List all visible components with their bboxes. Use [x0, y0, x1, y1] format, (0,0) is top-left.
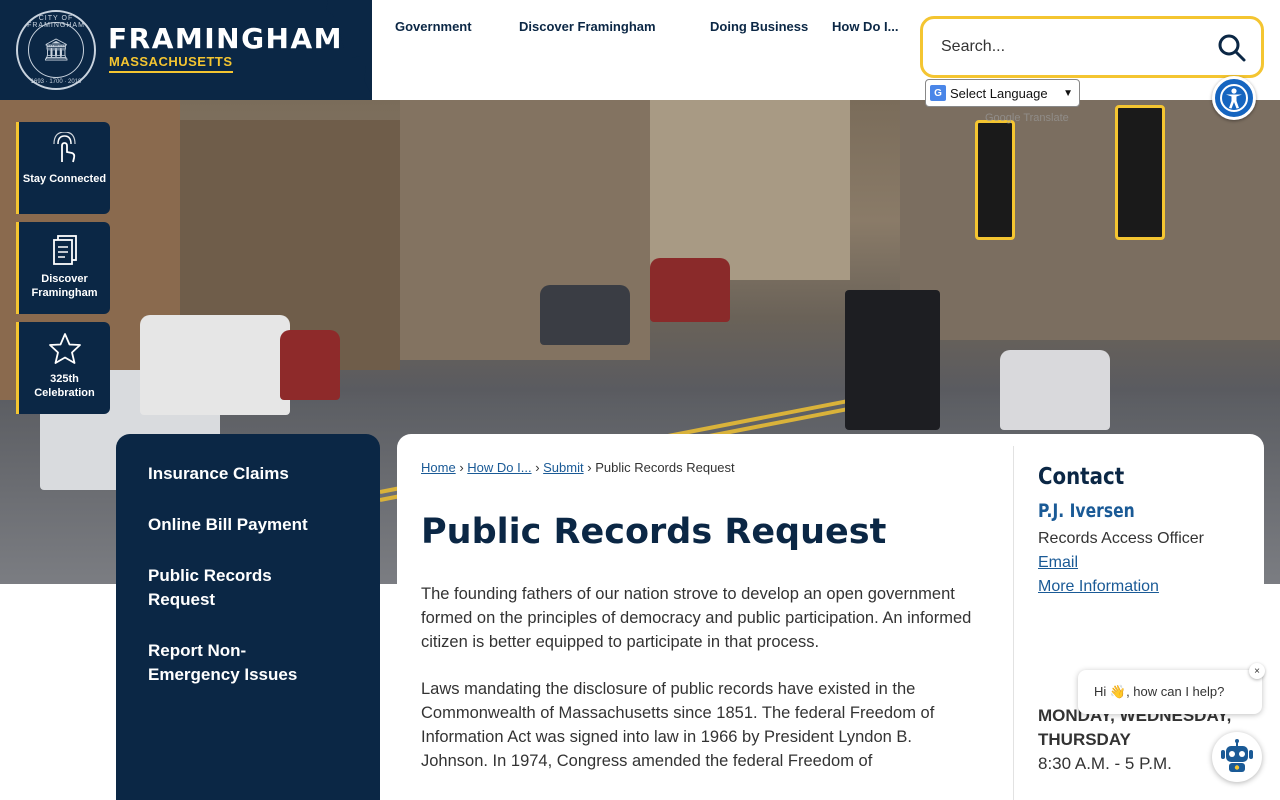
hero-building	[650, 100, 850, 280]
contact-heading: Contact	[1038, 464, 1125, 490]
nav-discover-framingham[interactable]: Discover Framingham	[519, 19, 656, 34]
breadcrumb: Home › How Do I... › Submit › Public Rec…	[421, 460, 735, 475]
article-body: The founding fathers of our nation strov…	[421, 582, 981, 796]
powered-by-translate: Google Translate	[985, 112, 1069, 124]
chatbot-icon[interactable]	[1212, 732, 1262, 782]
hero-car	[540, 285, 630, 345]
paragraph: The founding fathers of our nation strov…	[421, 585, 972, 651]
sidebar-item-online-bill-payment[interactable]: Online Bill Payment	[148, 513, 348, 537]
quicklink-label: 325th Celebration	[34, 373, 95, 399]
touch-icon	[52, 132, 76, 163]
quicklink-stay-connected[interactable]: Stay Connected	[16, 122, 110, 214]
robot-icon	[1221, 739, 1253, 772]
site-header: CITY OF FRAMINGHAM 🏛 1693 · 1700 · 2018 …	[0, 0, 1280, 100]
breadcrumb-home[interactable]: Home	[421, 460, 456, 475]
quicklink-discover-framingham[interactable]: Discover Framingham	[16, 222, 110, 314]
main-content: Home › How Do I... › Submit › Public Rec…	[397, 434, 1264, 800]
language-select-label: Select Language	[950, 85, 1048, 101]
hero-car	[280, 330, 340, 400]
sidebar-item-report-non-emergency[interactable]: Report Non-Emergency Issues	[148, 639, 328, 687]
page-title: Public Records Request	[421, 512, 887, 552]
quicklink-label: Stay Connected	[22, 173, 107, 185]
logo-block[interactable]: CITY OF FRAMINGHAM 🏛 1693 · 1700 · 2018 …	[0, 0, 372, 100]
nav-government[interactable]: Government	[395, 19, 472, 34]
contact-more-info-link[interactable]: More Information	[1038, 578, 1258, 596]
contact-role: Records Access Officer	[1038, 530, 1204, 547]
search-box	[920, 16, 1264, 78]
hero-signal-box	[845, 290, 940, 430]
breadcrumb-submit[interactable]: Submit	[543, 460, 583, 475]
breadcrumb-current: Public Records Request	[595, 460, 735, 475]
quicklink-325th-celebration[interactable]: 325th Celebration	[16, 322, 110, 414]
breadcrumb-how-do-i[interactable]: How Do I...	[467, 460, 531, 475]
hero-building	[900, 100, 1280, 340]
chat-greeting-bubble[interactable]: Hi 👋, how can I help?	[1078, 670, 1262, 714]
breadcrumb-separator: ›	[535, 460, 544, 475]
hero-car	[650, 258, 730, 322]
language-select[interactable]: G Select Language ▼	[925, 79, 1080, 107]
sidebar-item-public-records-request[interactable]: Public Records Request	[148, 564, 328, 612]
chat-greeting-text: Hi 👋, how can I help?	[1094, 684, 1225, 699]
paragraph: Laws mandating the disclosure of public …	[421, 680, 935, 770]
column-divider	[1013, 446, 1014, 800]
star-icon	[48, 333, 81, 364]
hero-traffic-light	[1115, 105, 1165, 240]
contact-panel: Contact P.J. Iversen Records Access Offi…	[1038, 464, 1258, 596]
accessibility-icon[interactable]	[1212, 76, 1256, 120]
sidebar-item-insurance-claims[interactable]: Insurance Claims	[148, 462, 348, 486]
sidebar-nav: Insurance Claims Online Bill Payment Pub…	[116, 434, 380, 800]
quicklink-label: Discover Framingham	[31, 273, 98, 299]
breadcrumb-separator: ›	[587, 460, 596, 475]
nav-doing-business[interactable]: Doing Business	[710, 19, 808, 34]
search-input[interactable]	[941, 33, 1201, 61]
document-icon	[52, 235, 77, 265]
seal-text-bottom: 1693 · 1700 · 2018	[30, 79, 82, 85]
hero-car	[1000, 350, 1110, 430]
contact-email-link[interactable]: Email	[1038, 554, 1258, 572]
hero-car	[140, 315, 290, 415]
search-icon[interactable]	[1217, 33, 1247, 63]
google-g-icon: G	[930, 85, 946, 101]
contact-name: P.J. Iversen	[1038, 500, 1135, 522]
accessibility-figure-icon	[1220, 84, 1248, 112]
state-name: MASSACHUSETTS	[109, 54, 233, 73]
hero-traffic-light	[975, 120, 1015, 240]
close-icon[interactable]: ×	[1249, 663, 1265, 679]
chevron-down-icon: ▼	[1063, 87, 1073, 99]
nav-how-do-i[interactable]: How Do I...	[832, 19, 898, 34]
